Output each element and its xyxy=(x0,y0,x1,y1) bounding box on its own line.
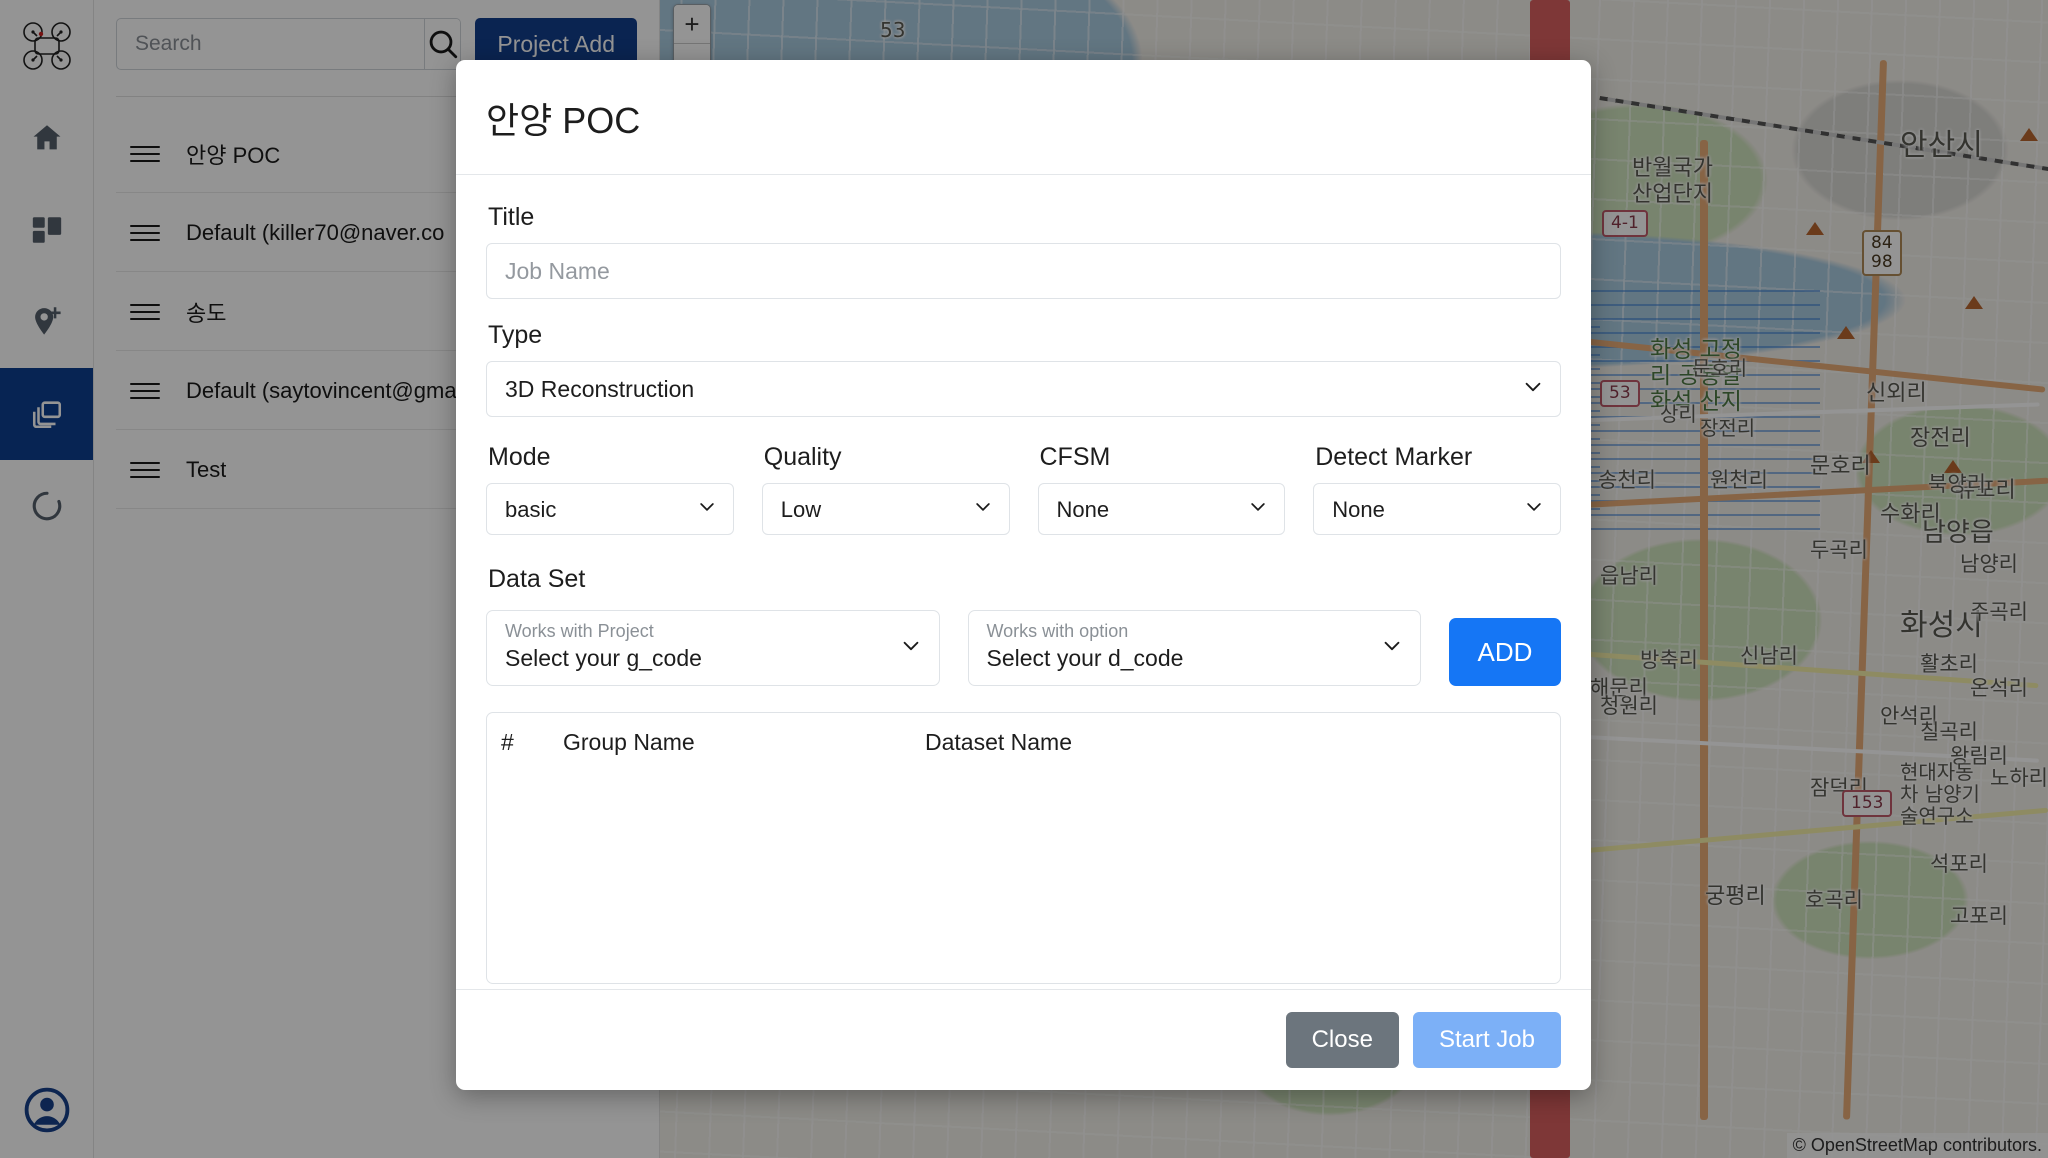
dataset-selector-row: Works with Project Select your g_code Wo… xyxy=(486,610,1561,686)
modal-body: Title Type 3D Reconstruction Mode basic Qu… xyxy=(456,175,1591,989)
option-label-quality: Quality xyxy=(763,443,842,471)
option-label-detect-marker: Detect Marker xyxy=(1315,443,1473,471)
modal-title: 안양 POC xyxy=(486,100,641,141)
job-option-cell: CFSM None xyxy=(1037,443,1286,535)
modal-footer: Close Start Job xyxy=(456,989,1591,1090)
dataset-project-value: Select your g_code xyxy=(505,645,702,672)
dataset-project-caption: Works with Project xyxy=(505,621,654,641)
dataset-table: # Group Name Dataset Name xyxy=(486,712,1561,984)
chevron-down-icon xyxy=(900,635,922,662)
job-option-cell: Quality Low xyxy=(761,443,1010,535)
app-root: 안산시 반월국가 산업단지 화성 고정 리 공룡알 화석 산지 신외리 장전리 문호리 유포리 수화… xyxy=(0,0,2048,1158)
job-options-grid: Mode basic Quality Low CFSM None Detect Marker… xyxy=(486,443,1561,535)
option-select-wrap: basic xyxy=(486,483,734,535)
option-select-wrap: Low xyxy=(761,483,1010,535)
close-button[interactable]: Close xyxy=(1285,1012,1399,1068)
option-select-wrap: None xyxy=(1313,483,1561,535)
modal-header: 안양 POC xyxy=(456,60,1591,175)
option-select-detect-marker[interactable]: None xyxy=(1313,483,1561,535)
dataset-option-value: Select your d_code xyxy=(986,645,1184,672)
type-select-wrap: 3D Reconstruction xyxy=(486,361,1561,417)
job-option-cell: Mode basic xyxy=(486,443,734,535)
start-job-button[interactable]: Start Job xyxy=(1412,1012,1561,1068)
option-select-quality[interactable]: Low xyxy=(761,483,1010,535)
option-label-cfsm: CFSM xyxy=(1039,443,1111,471)
chevron-down-icon xyxy=(1381,635,1403,662)
dataset-add-button[interactable]: ADD xyxy=(1449,618,1561,686)
job-name-input[interactable] xyxy=(486,243,1561,299)
dataset-option-caption: Works with option xyxy=(986,621,1129,641)
title-field-label: Title xyxy=(488,203,535,231)
column-header-dataset: Dataset Name xyxy=(925,729,1073,755)
column-header-index: # xyxy=(501,729,514,755)
dataset-option-select[interactable]: Works with option Select your d_code xyxy=(967,610,1421,686)
job-option-cell: Detect Marker None xyxy=(1313,443,1561,535)
type-select[interactable]: 3D Reconstruction xyxy=(486,361,1561,417)
option-select-mode[interactable]: basic xyxy=(486,483,734,535)
job-create-modal: 안양 POC Title Type 3D Reconstruction Mode… xyxy=(456,60,1591,1090)
column-header-group: Group Name xyxy=(563,729,695,755)
type-field-label: Type xyxy=(488,321,543,349)
option-label-mode: Mode xyxy=(488,443,551,471)
dataset-section-label: Data Set xyxy=(488,565,586,593)
dataset-table-header: # Group Name Dataset Name xyxy=(487,713,1560,756)
option-select-cfsm[interactable]: None xyxy=(1037,483,1286,535)
option-select-wrap: None xyxy=(1037,483,1286,535)
dataset-project-select[interactable]: Works with Project Select your g_code xyxy=(486,610,940,686)
